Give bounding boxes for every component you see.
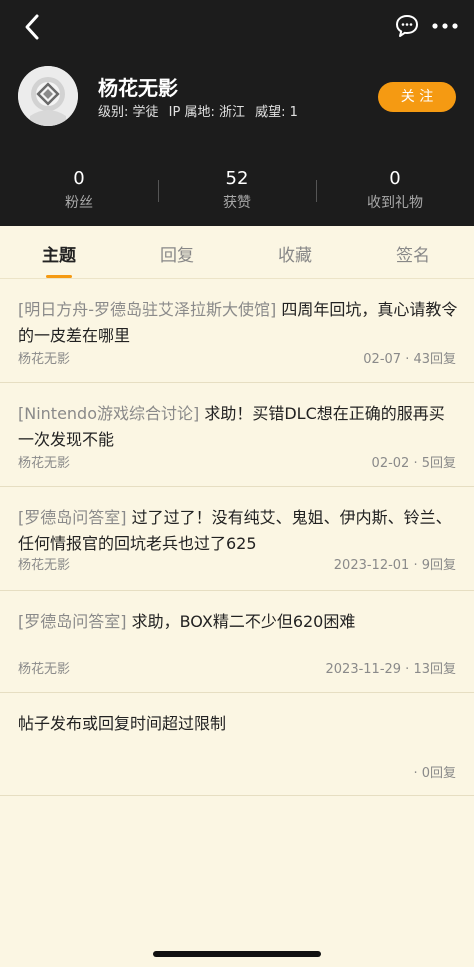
stat-likes[interactable]: 52 获赞 (158, 168, 316, 212)
post-item[interactable]: [Nintendo游戏综合讨论] 求助！买错DLC想在正确的服再买一次发现不能 … (0, 383, 474, 487)
tab-signature[interactable]: 签名 (354, 241, 472, 266)
tab-favorites[interactable]: 收藏 (236, 241, 354, 266)
stat-divider (158, 180, 159, 202)
post-author: 杨花无影 (18, 558, 71, 573)
stat-gifts[interactable]: 0 收到礼物 (316, 168, 474, 212)
post-title-text: 帖子发布或回复时间超过限制 (18, 714, 227, 733)
post-title-text: 求助，BOX精二不少但620困难 (126, 612, 356, 631)
post-item[interactable]: [罗德岛问答室] 求助，BOX精二不少但620困难 杨花无影 2023-11-2… (0, 591, 474, 693)
chevron-left-icon (25, 14, 39, 40)
top-bar (0, 0, 474, 52)
stat-label: 收到礼物 (367, 195, 423, 211)
post-info: 02-07 · 43回复 (363, 352, 456, 367)
post-item[interactable]: [罗德岛问答室] 过了过了！没有纯艾、鬼姐、伊内斯、铃兰、任何情报官的回坑老兵也… (0, 487, 474, 591)
post-forum[interactable]: [明日方舟-罗德岛驻艾泽拉斯大使馆] (18, 300, 276, 319)
post-title: [明日方舟-罗德岛驻艾泽拉斯大使馆] 四周年回坑，真心请教令的一皮差在哪里 (18, 297, 458, 349)
post-forum[interactable]: [罗德岛问答室] (18, 612, 127, 631)
profile-header: 杨花无影 级别: 学徒 IP 属地: 浙江 威望: 1 关 注 0 粉丝 52 … (0, 0, 474, 226)
post-title: [罗德岛问答室] 过了过了！没有纯艾、鬼姐、伊内斯、铃兰、任何情报官的回坑老兵也… (18, 505, 458, 557)
tab-replies[interactable]: 回复 (118, 241, 236, 266)
post-info: 2023-12-01 · 9回复 (333, 558, 456, 573)
message-button[interactable] (394, 12, 420, 40)
profile-name: 杨花无影 (98, 76, 178, 100)
post-author: 杨花无影 (18, 456, 71, 471)
stats-row: 0 粉丝 52 获赞 0 收到礼物 (0, 168, 474, 218)
stat-label: 粉丝 (65, 195, 93, 211)
post-item[interactable]: 帖子发布或回复时间超过限制 · 0回复 (0, 693, 474, 796)
post-title: [Nintendo游戏综合讨论] 求助！买错DLC想在正确的服再买一次发现不能 (18, 401, 458, 453)
post-author: 杨花无影 (18, 352, 71, 367)
avatar[interactable] (18, 66, 78, 126)
stat-value: 52 (225, 168, 249, 189)
follow-button[interactable]: 关 注 (378, 82, 456, 112)
post-title: 帖子发布或回复时间超过限制 (18, 711, 458, 737)
post-forum[interactable]: [Nintendo游戏综合讨论] (18, 404, 199, 423)
active-tab-indicator (46, 275, 72, 278)
more-dots-icon (432, 23, 458, 29)
tab-bar: 主题 回复 收藏 签名 (0, 226, 474, 279)
tab-topics[interactable]: 主题 (0, 241, 118, 266)
profile-meta: 级别: 学徒 IP 属地: 浙江 威望: 1 (98, 101, 304, 120)
more-button[interactable] (430, 14, 460, 38)
post-item[interactable]: [明日方舟-罗德岛驻艾泽拉斯大使馆] 四周年回坑，真心请教令的一皮差在哪里 杨花… (0, 279, 474, 383)
post-title: [罗德岛问答室] 求助，BOX精二不少但620困难 (18, 609, 458, 635)
post-info: 2023-11-29 · 13回复 (325, 662, 457, 677)
home-indicator (153, 951, 321, 957)
post-info: · 0回复 (413, 766, 456, 781)
profile-prestige: 威望: 1 (255, 105, 298, 120)
profile-ip-location: IP 属地: 浙江 (168, 105, 245, 120)
post-author: 杨花无影 (18, 662, 71, 677)
chat-bubble-icon (396, 15, 418, 37)
stat-followers[interactable]: 0 粉丝 (0, 168, 158, 212)
stat-value: 0 (389, 168, 401, 189)
stat-label: 获赞 (223, 195, 251, 211)
profile-level: 级别: 学徒 (98, 105, 159, 120)
stat-value: 0 (73, 168, 85, 189)
post-info: 02-02 · 5回复 (371, 456, 456, 471)
default-avatar-icon (18, 66, 78, 126)
back-button[interactable] (20, 12, 46, 42)
stat-divider (316, 180, 317, 202)
post-forum[interactable]: [罗德岛问答室] (18, 508, 127, 527)
